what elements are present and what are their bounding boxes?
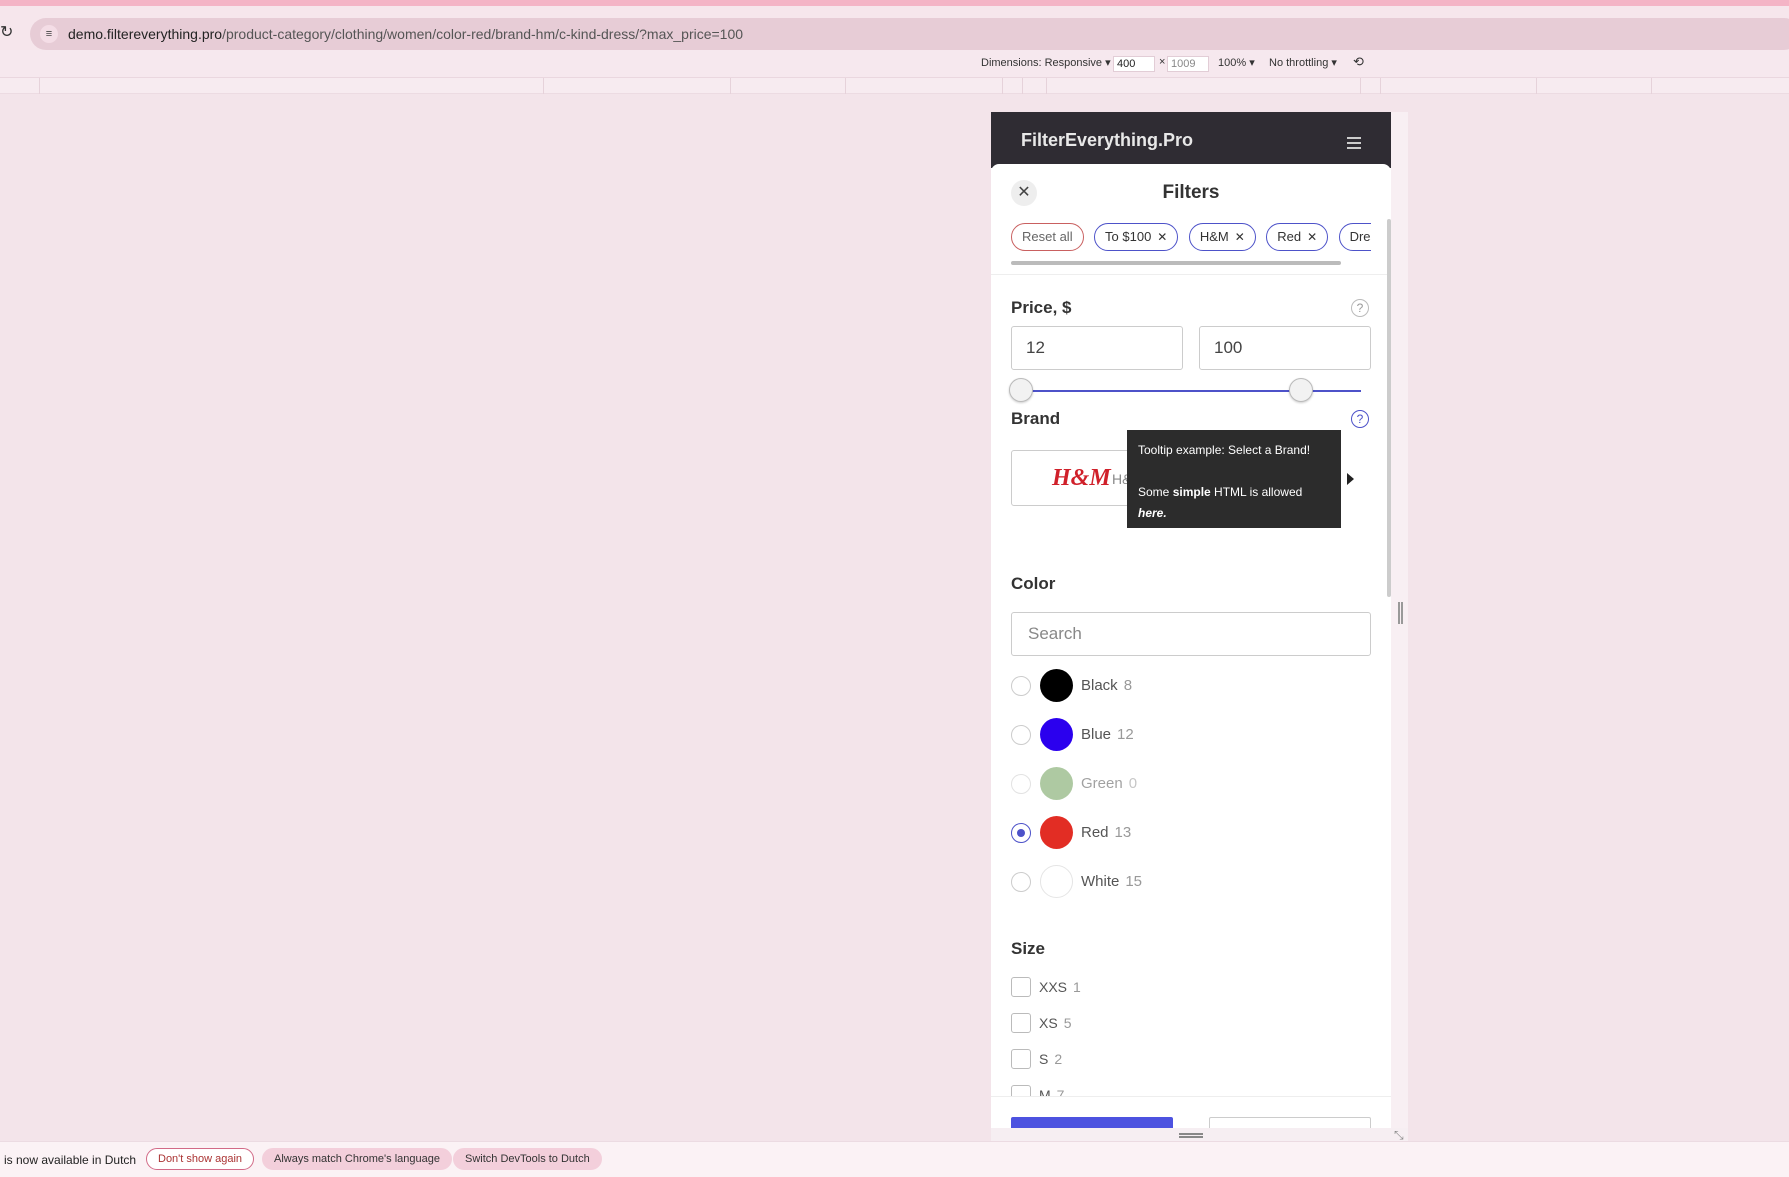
filters-panel: ✕ Filters Reset all To $100 ✕ H&M ✕ Red ✕ D… <box>991 164 1391 1128</box>
size-title: Size <box>1011 939 1046 958</box>
chip-price[interactable]: To $100 ✕ <box>1094 223 1179 251</box>
checkbox[interactable] <box>1011 1049 1031 1069</box>
radio <box>1011 774 1031 794</box>
chip-kind[interactable]: Dress <box>1338 223 1371 251</box>
ruler-tick <box>1046 78 1047 94</box>
color-label: Red 13 <box>1081 824 1132 841</box>
media-query-bar <box>0 78 1789 94</box>
device-resize-right[interactable] <box>1391 112 1408 1128</box>
color-swatch <box>1040 865 1073 898</box>
chips-scrollbar[interactable] <box>1011 261 1341 265</box>
divider <box>991 274 1391 275</box>
url-host: demo.filtereverything.pro <box>68 26 223 42</box>
site-logo[interactable]: FilterEverything.Pro <box>1021 130 1193 151</box>
language-infobar: is now available in Dutch Don't show aga… <box>0 1141 1789 1177</box>
site-header: FilterEverything.Pro <box>991 112 1391 168</box>
remove-chip-icon[interactable]: ✕ <box>1235 230 1245 244</box>
dimensions-dropdown[interactable]: Dimensions: Responsive ▾ <box>981 56 1111 69</box>
size-option-xxs[interactable]: XXS 1 <box>1011 977 1211 1001</box>
radio[interactable] <box>1011 676 1031 696</box>
color-label: Black 8 <box>1081 677 1133 694</box>
reset-all-chip[interactable]: Reset all <box>1011 223 1084 251</box>
price-max-input[interactable]: 100 <box>1199 326 1371 370</box>
omnibox[interactable]: ≡ demo.filtereverything.pro/product-cate… <box>30 18 1789 50</box>
url-text[interactable]: demo.filtereverything.pro/product-catego… <box>68 26 743 42</box>
ruler-tick <box>730 78 731 94</box>
radio[interactable] <box>1011 872 1031 892</box>
ruler-tick <box>1380 78 1381 94</box>
chip-brand[interactable]: H&M ✕ <box>1188 223 1256 251</box>
zoom-dropdown[interactable]: 100% ▾ <box>1218 56 1255 69</box>
cancel-button[interactable]: Cancel <box>1209 1117 1371 1128</box>
filters-title: Filters <box>1162 182 1220 203</box>
dont-show-again-button[interactable]: Don't show again <box>146 1148 255 1170</box>
ruler-tick <box>543 78 544 94</box>
tooltip-arrow <box>1347 473 1354 485</box>
color-option-red[interactable]: Red 13 <box>1011 814 1311 850</box>
show-results-button[interactable]: Show (13) <box>1011 1117 1173 1128</box>
chip-color[interactable]: Red ✕ <box>1266 223 1329 251</box>
size-label: S2 <box>1039 1051 1063 1067</box>
brand-help-icon[interactable]: ? <box>1351 410 1369 428</box>
remove-chip-icon[interactable]: ✕ <box>1307 230 1317 244</box>
ruler-tick <box>1002 78 1003 94</box>
brand-logo: H&M <box>1052 465 1111 491</box>
radio[interactable] <box>1011 725 1031 745</box>
price-help-icon[interactable]: ? <box>1351 299 1369 317</box>
color-swatch <box>1040 767 1073 800</box>
device-resize-bottom[interactable] <box>991 1128 1408 1142</box>
color-swatch <box>1040 816 1073 849</box>
color-option-green: Green 0 <box>1011 765 1311 801</box>
filters-footer: Show (13) Cancel <box>991 1096 1391 1128</box>
size-label: XS 5 <box>1039 1015 1072 1031</box>
color-option-blue[interactable]: Blue 12 <box>1011 716 1311 752</box>
switch-devtools-language-button[interactable]: Switch DevTools to Dutch <box>453 1148 602 1170</box>
device-toolbar: Dimensions: Responsive ▾ 400 × 1009 100%… <box>0 50 1789 78</box>
site-settings-icon[interactable]: ≡ <box>40 25 58 43</box>
ruler-tick <box>1022 78 1023 94</box>
price-title: Price, $ <box>1011 298 1072 317</box>
color-swatch <box>1040 669 1073 702</box>
rotate-icon[interactable]: ⟲ <box>1353 54 1364 70</box>
checkbox[interactable] <box>1011 977 1031 997</box>
color-option-black[interactable]: Black 8 <box>1011 667 1311 703</box>
size-option-xs[interactable]: XS 5 <box>1011 1013 1211 1037</box>
color-label: White 15 <box>1081 873 1143 890</box>
color-swatch <box>1040 718 1073 751</box>
price-slider-min-handle[interactable] <box>1009 378 1033 402</box>
size-label: XXS 1 <box>1039 979 1081 995</box>
price-slider-max-handle[interactable] <box>1289 378 1313 402</box>
reload-icon[interactable]: ↻ <box>0 22 13 42</box>
dimension-times: × <box>1159 56 1166 68</box>
ruler-tick <box>845 78 846 94</box>
throttling-dropdown[interactable]: No throttling ▾ <box>1269 56 1337 69</box>
device-viewport: FilterEverything.Pro ✕ Filters Reset all… <box>991 112 1391 1128</box>
remove-chip-icon[interactable]: ✕ <box>1157 230 1167 244</box>
ruler-tick <box>1536 78 1537 94</box>
color-option-white[interactable]: White 15 <box>1011 863 1311 899</box>
height-input[interactable]: 1009 <box>1167 56 1209 72</box>
brand-title: Brand <box>1011 409 1061 428</box>
color-title: Color <box>1011 574 1056 593</box>
color-label: Blue 12 <box>1081 726 1134 743</box>
always-match-language-button[interactable]: Always match Chrome's language <box>262 1148 452 1170</box>
infobar-message: is now available in Dutch <box>4 1153 137 1167</box>
checkbox[interactable] <box>1011 1013 1031 1033</box>
price-min-input[interactable]: 12 <box>1011 326 1183 370</box>
size-option-s[interactable]: S2 <box>1011 1049 1211 1073</box>
ruler-tick <box>39 78 40 94</box>
ruler-tick <box>1651 78 1652 94</box>
menu-icon[interactable] <box>1347 137 1361 152</box>
color-search-input[interactable]: Search <box>1011 612 1371 656</box>
brand-tooltip: Tooltip example: Select a Brand! Some si… <box>1127 430 1341 528</box>
address-bar: ↻ ≡ demo.filtereverything.pro/product-ca… <box>0 6 1789 50</box>
ruler-tick <box>1360 78 1361 94</box>
color-label: Green 0 <box>1081 775 1138 792</box>
url-path: /product-category/clothing/women/color-r… <box>222 26 744 42</box>
active-filter-chips: Reset all To $100✕ H&M✕ Red✕ Dress <box>1011 223 1371 251</box>
radio-checked[interactable] <box>1011 823 1031 843</box>
width-input[interactable]: 400 <box>1113 56 1155 72</box>
